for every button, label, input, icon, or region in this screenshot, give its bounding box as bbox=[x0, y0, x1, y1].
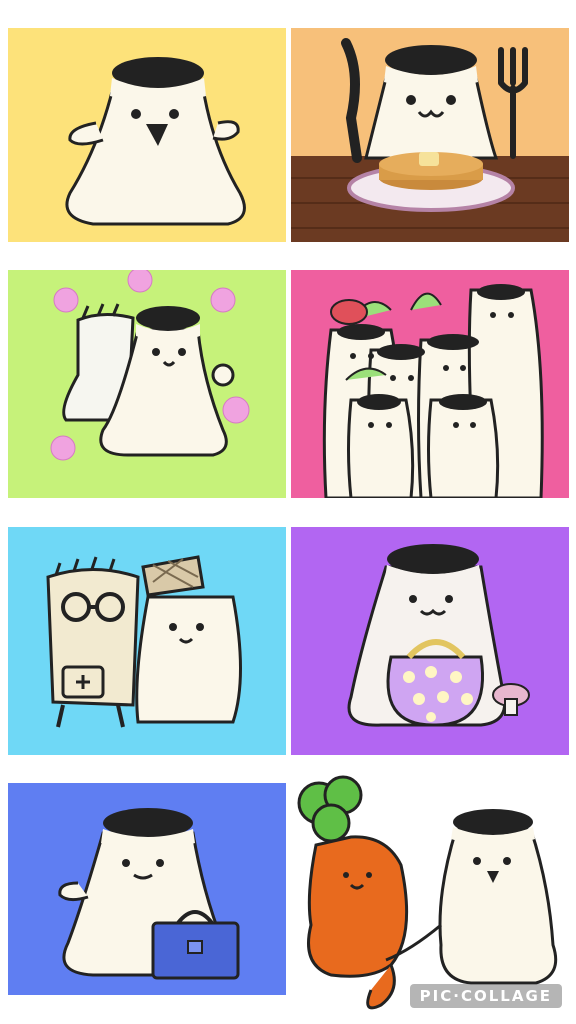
tile-sky bbox=[8, 527, 286, 755]
tile-lime bbox=[8, 270, 286, 498]
tile-blue bbox=[8, 783, 286, 995]
tile-yellow bbox=[8, 28, 286, 242]
ghost-crowd-illustration bbox=[322, 284, 544, 498]
tile-violet bbox=[291, 527, 569, 755]
ghost-flowers-illustration bbox=[50, 270, 250, 461]
tile-pink bbox=[291, 270, 569, 498]
tile-orange bbox=[291, 28, 569, 242]
ghost-illustration bbox=[65, 57, 246, 226]
ghost-briefcase-illustration bbox=[58, 808, 240, 980]
ghost-purse-illustration bbox=[347, 544, 530, 727]
pic-collage-watermark: PIC·COLLAGE bbox=[409, 984, 562, 1008]
ghost-pancakes-illustration bbox=[291, 38, 569, 242]
ghost-doctor-illustration bbox=[46, 555, 242, 728]
